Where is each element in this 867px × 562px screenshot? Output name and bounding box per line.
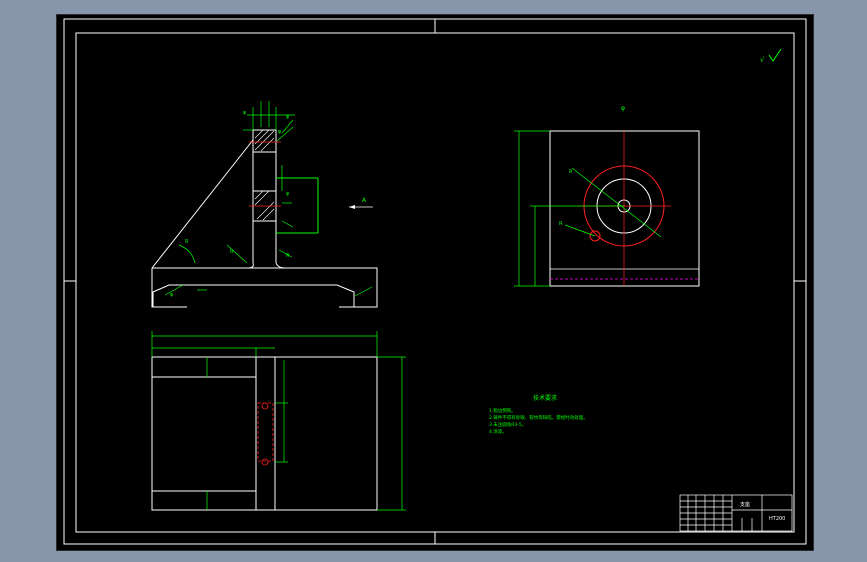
front-dim-1: φ <box>243 110 247 116</box>
centering-marks <box>64 19 806 544</box>
note-line-4: 4.涂漆。 <box>489 428 507 435</box>
front-dim-4: φ <box>286 191 290 197</box>
note-line-1: 1.锐边倒钝。 <box>489 407 516 414</box>
side-view: φ R R <box>514 105 700 287</box>
note-line-3: 3.未注圆角R3-5。 <box>489 421 526 428</box>
inner-border <box>75 32 795 533</box>
roughness-label: √ <box>760 56 765 64</box>
technical-notes: 技术要求 1.锐边倒钝。 2.铸件不得有砂眼、裂纹等缺陷，需经时效处理。 3.未… <box>489 394 588 435</box>
side-dim-2: R <box>569 169 573 175</box>
front-dim-5: R <box>185 239 189 245</box>
top-dimensions <box>151 331 406 511</box>
notes-title: 技术要求 <box>533 394 557 402</box>
outer-border <box>63 18 807 545</box>
drawing-viewport[interactable]: √ φ φ φ φ R R R φ A φ R R 技术要求 1.锐边倒钝。 2… <box>56 14 814 551</box>
view-arrow-label: A <box>362 197 367 204</box>
front-dim-8: φ <box>170 292 174 298</box>
view-arrow: A <box>349 197 373 209</box>
note-line-2: 2.铸件不得有砂眼、裂纹等缺陷，需经时效处理。 <box>489 414 588 421</box>
roughness-symbol: √ <box>760 48 782 64</box>
front-dim-6: R <box>230 249 234 255</box>
front-dim-3: φ <box>278 129 282 135</box>
front-dim-7: R <box>286 253 290 259</box>
top-view <box>151 356 378 511</box>
section-hatching <box>254 129 275 221</box>
title-block-material: HT200 <box>769 516 785 522</box>
side-dim-3: R <box>559 221 563 227</box>
side-dim-1: φ <box>621 105 625 112</box>
title-block <box>679 494 793 532</box>
cad-drawing: √ φ φ φ φ R R R φ A φ R R 技术要求 1.锐边倒钝。 2… <box>63 18 807 545</box>
title-block-name: 支座 <box>740 501 750 508</box>
